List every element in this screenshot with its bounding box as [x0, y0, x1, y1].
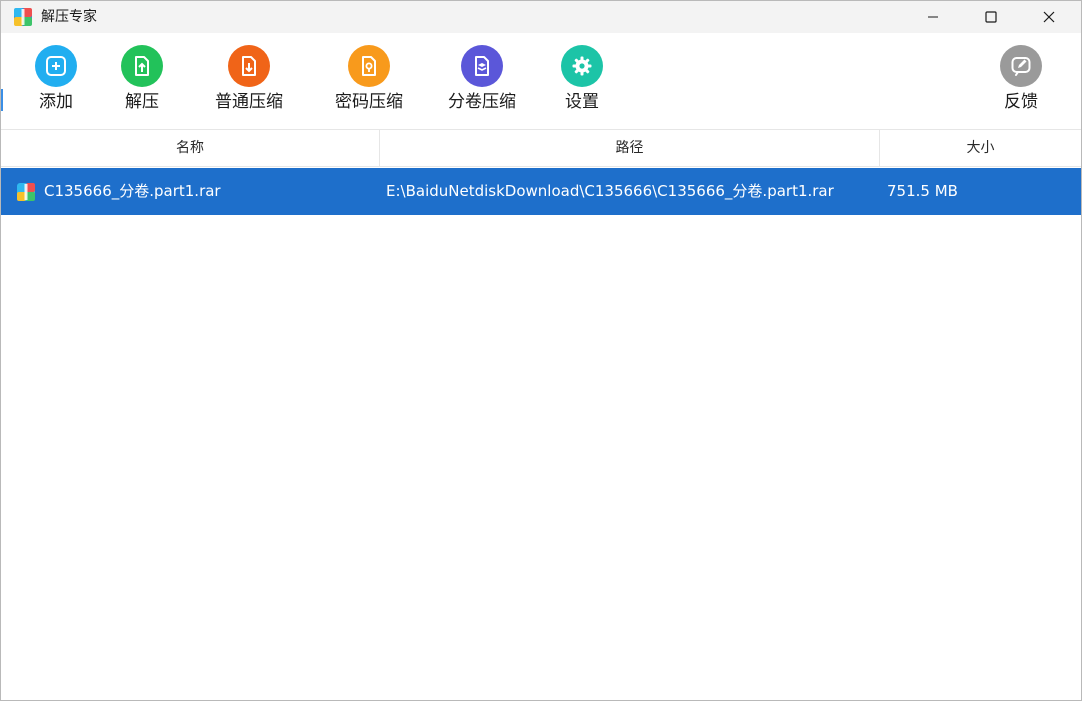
- feedback-label: 反馈: [1004, 92, 1038, 112]
- window-title: 解压专家: [41, 9, 97, 25]
- split-compress-button[interactable]: 分卷压缩: [434, 45, 530, 117]
- feedback-icon-circle: [1000, 45, 1042, 87]
- file-table-header: 名称 路径 大小: [1, 129, 1081, 167]
- split-compress-label: 分卷压缩: [448, 92, 516, 112]
- normal-compress-label: 普通压缩: [215, 92, 283, 112]
- maximize-button[interactable]: [962, 1, 1020, 33]
- close-button[interactable]: [1020, 1, 1078, 33]
- column-header-path[interactable]: 路径: [380, 130, 880, 166]
- minimize-icon: [928, 16, 938, 18]
- extract-button[interactable]: 解压: [94, 45, 190, 117]
- normal-compress-icon-circle: [228, 45, 270, 87]
- feedback-button[interactable]: 反馈: [973, 45, 1069, 117]
- split-file-icon: [475, 56, 489, 76]
- title-bar[interactable]: 解压专家: [1, 1, 1081, 33]
- add-label: 添加: [39, 92, 73, 112]
- file-path-cell: E:\BaiduNetdiskDownload\C135666\C135666_…: [386, 182, 834, 200]
- add-button[interactable]: 添加: [8, 45, 104, 117]
- file-list-empty-area[interactable]: [1, 215, 1081, 700]
- settings-label: 设置: [565, 92, 599, 112]
- file-name-cell: C135666_分卷.part1.rar: [44, 182, 221, 200]
- settings-button[interactable]: 设置: [534, 45, 630, 117]
- column-header-name[interactable]: 名称: [1, 130, 380, 166]
- settings-icon-circle: [561, 45, 603, 87]
- edit-feedback-icon: [1011, 57, 1031, 76]
- password-compress-button[interactable]: 密码压缩: [321, 45, 417, 117]
- edge-accent: [1, 89, 3, 111]
- add-icon-circle: [35, 45, 77, 87]
- toolbar: 添加 解压 普通压缩 密码压缩 分卷压缩 设置 反馈: [1, 33, 1081, 129]
- main-window: 解压专家 添加 解压 普通压缩 密码压缩 分卷压缩 设置 反馈 名称 路径 大小…: [0, 0, 1082, 701]
- archive-app-icon: [14, 8, 32, 26]
- minimize-button[interactable]: [904, 1, 962, 33]
- password-compress-icon-circle: [348, 45, 390, 87]
- compress-file-icon: [242, 56, 256, 76]
- file-size-cell: 751.5 MB: [887, 182, 958, 200]
- gear-icon: [572, 56, 592, 76]
- extract-file-icon: [135, 56, 149, 76]
- plus-icon: [46, 56, 66, 76]
- close-icon: [1043, 11, 1055, 23]
- rar-file-icon: [17, 183, 35, 201]
- extract-icon-circle: [121, 45, 163, 87]
- maximize-icon: [985, 11, 997, 23]
- extract-label: 解压: [125, 92, 159, 112]
- password-compress-label: 密码压缩: [335, 92, 403, 112]
- normal-compress-button[interactable]: 普通压缩: [201, 45, 297, 117]
- password-file-icon: [362, 56, 376, 76]
- split-compress-icon-circle: [461, 45, 503, 87]
- table-row[interactable]: C135666_分卷.part1.rar E:\BaiduNetdiskDown…: [1, 168, 1081, 215]
- column-header-size[interactable]: 大小: [880, 130, 1081, 166]
